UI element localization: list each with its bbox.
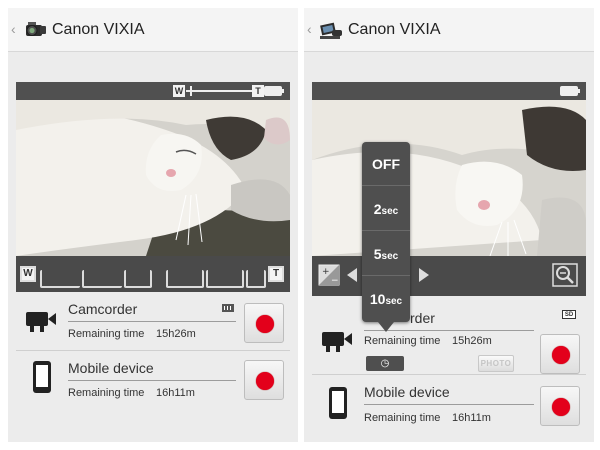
mobile-device-title: Mobile device [364, 384, 450, 400]
camcorder-logo-icon [26, 22, 46, 36]
cat-preview-image [16, 100, 290, 256]
self-timer-button[interactable]: ◷ [366, 356, 404, 371]
timer-option-off-label: OFF [372, 156, 400, 172]
camcorder-logo-icon [320, 22, 342, 39]
self-timer-icon: ◷ [380, 358, 390, 369]
timer-option-10sec-value: 10 [369, 291, 386, 307]
mobile-record-button[interactable] [540, 386, 580, 426]
mobile-device-row: Mobile device Remaining time 16h11m [8, 350, 298, 406]
header-bar: ‹ Canon VIXIA [8, 8, 298, 52]
timer-option-2sec-value: 2 [373, 201, 382, 217]
mobile-device-icon [33, 361, 51, 393]
mobile-device-title: Mobile device [68, 360, 154, 376]
timer-option-5sec[interactable]: 5sec [362, 232, 410, 276]
back-chevron-icon[interactable]: ‹ [307, 21, 312, 37]
right-arrow-icon[interactable] [418, 267, 430, 283]
back-chevron-icon[interactable]: ‹ [11, 21, 16, 37]
camcorder-remaining-label: Remaining time [68, 328, 145, 340]
camcorder-remaining-value: 15h26m [156, 328, 196, 340]
record-icon [552, 346, 570, 364]
mobile-record-button[interactable] [244, 360, 284, 400]
live-viewfinder[interactable]: W T W T [16, 82, 290, 292]
camcorder-remaining-label: Remaining time [364, 335, 441, 347]
timer-option-5sec-value: 5 [373, 246, 382, 262]
mobile-device-icon [329, 387, 347, 419]
menu-pointer [378, 322, 394, 332]
left-screen: ‹ Canon VIXIA W T W T Camcorder Remainin… [8, 8, 298, 442]
zoom-tele-indicator: T [252, 85, 264, 97]
zoom-wide-button[interactable]: W [20, 266, 36, 282]
app-title: Canon VIXIA [52, 21, 145, 38]
camcorder-title: rder [410, 310, 435, 326]
cat-preview-image [312, 100, 586, 256]
camcorder-icon [322, 332, 352, 352]
zoom-wide-slow-segment[interactable] [124, 270, 152, 288]
zoom-tele-fast-segment[interactable] [246, 270, 266, 288]
live-viewfinder[interactable]: + − [312, 82, 586, 296]
memory-card-icon [222, 304, 234, 312]
camcorder-title: Camcorder [68, 301, 138, 317]
camcorder-record-button[interactable] [244, 303, 284, 343]
sd-card-badge: SD [562, 310, 576, 319]
mobile-device-row: Mobile device Remaining time 16h11m [304, 374, 594, 434]
timer-option-10sec[interactable]: 10sec [362, 277, 410, 321]
zoom-position-marker [190, 86, 192, 96]
mobile-remaining-value: 16h11m [452, 412, 491, 424]
record-icon [256, 372, 274, 390]
mobile-device-title-underline [68, 380, 236, 381]
camcorder-title-underline [68, 321, 236, 322]
timer-option-off[interactable]: OFF [362, 142, 410, 186]
timer-option-5sec-unit: sec [381, 251, 399, 262]
camcorder-row: Camcorder Remaining time 15h26m [8, 298, 298, 350]
viewfinder-top-bar [312, 82, 586, 100]
self-timer-menu: OFF 2sec 5sec 10sec [362, 142, 410, 322]
camcorder-icon [26, 312, 56, 332]
camcorder-remaining-value: 15h26m [452, 335, 492, 347]
right-screen: ‹ Canon VIXIA + − SD rder Remaining time… [304, 8, 594, 442]
header-bar: ‹ Canon VIXIA [304, 8, 594, 52]
timer-option-10sec-unit: sec [385, 296, 403, 307]
timer-option-2sec[interactable]: 2sec [362, 187, 410, 231]
exposure-icon[interactable]: + − [318, 264, 340, 286]
left-arrow-icon[interactable] [346, 267, 358, 283]
photo-button[interactable]: PHOTO [478, 355, 514, 372]
zoom-wide-fast-segment[interactable] [40, 270, 80, 288]
record-icon [552, 398, 570, 416]
mobile-remaining-label: Remaining time [68, 387, 145, 399]
control-toolbar[interactable]: + − [312, 256, 586, 296]
battery-icon [264, 86, 284, 96]
zoom-out-icon[interactable] [552, 263, 578, 287]
battery-icon [560, 86, 580, 96]
svg-text:−: − [331, 276, 339, 286]
camcorder-record-button[interactable] [540, 334, 580, 374]
viewfinder-top-bar: W T [16, 82, 290, 100]
zoom-tele-medium-segment[interactable] [206, 270, 244, 288]
app-title: Canon VIXIA [348, 21, 441, 38]
mobile-device-title-underline [364, 404, 534, 405]
zoom-wide-indicator: W [173, 85, 185, 97]
zoom-position-track [186, 90, 252, 92]
timer-option-2sec-unit: sec [381, 206, 399, 217]
svg-text:+: + [322, 267, 330, 277]
record-icon [256, 315, 274, 333]
zoom-control-bar[interactable]: W T [16, 256, 290, 292]
mobile-remaining-label: Remaining time [364, 412, 441, 424]
camcorder-row: SD rder Remaining time 15h26m ◷ PHOTO [304, 302, 594, 374]
zoom-tele-button[interactable]: T [268, 266, 284, 282]
mobile-remaining-value: 16h11m [156, 387, 195, 399]
zoom-wide-medium-segment[interactable] [82, 270, 122, 288]
zoom-tele-slow-segment[interactable] [166, 270, 204, 288]
